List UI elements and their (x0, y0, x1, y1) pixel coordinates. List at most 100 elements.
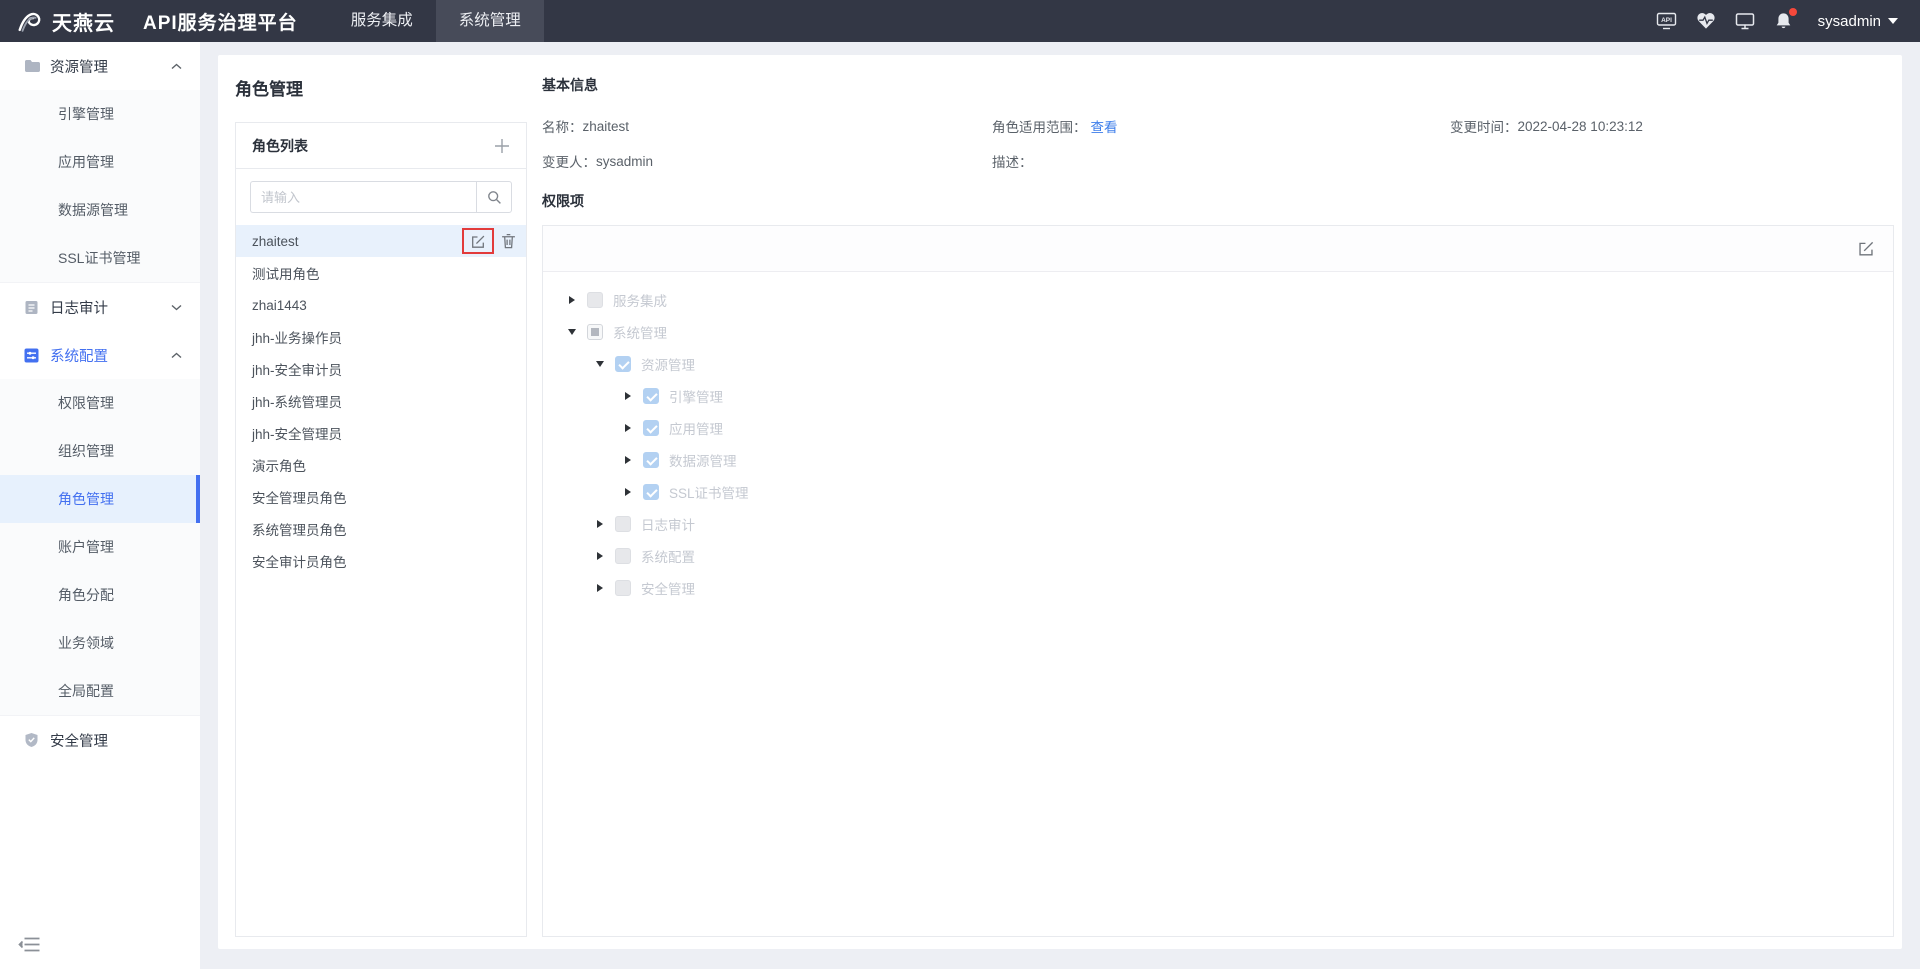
role-list-item[interactable]: 安全管理员角色 (236, 481, 526, 513)
checkbox-unchecked-icon (615, 580, 631, 596)
role-list-item[interactable]: jhh-安全审计员 (236, 353, 526, 385)
tree-node: 引擎管理 (557, 380, 1893, 412)
role-list-item[interactable]: 测试用角色 (236, 257, 526, 289)
logo-icon (16, 9, 44, 34)
delete-role-icon[interactable] (501, 233, 516, 249)
tree-node: 系统配置 (557, 540, 1893, 572)
modifier-value: sysadmin (596, 154, 653, 169)
page-title: 角色管理 (235, 75, 527, 100)
role-list-item[interactable]: 安全审计员角色 (236, 545, 526, 577)
expand-arrow-icon[interactable] (593, 584, 607, 592)
sidebar-item-datasource-management[interactable]: 数据源管理 (0, 186, 200, 234)
role-list-item[interactable]: 系统管理员角色 (236, 513, 526, 545)
screen-icon[interactable] (1734, 10, 1756, 32)
user-menu[interactable]: sysadmin (1818, 13, 1898, 30)
role-list-item[interactable]: zhai1443 (236, 289, 526, 321)
sidebar-item-role-assignment[interactable]: 角色分配 (0, 571, 200, 619)
modified-time-label: 变更时间： (1450, 116, 1518, 136)
expand-arrow-icon[interactable] (621, 424, 635, 432)
checkbox-unchecked-icon (615, 516, 631, 532)
api-monitor-icon[interactable]: API (1656, 10, 1678, 32)
role-list-item[interactable]: jhh-业务操作员 (236, 321, 526, 353)
name-value: zhaitest (583, 119, 630, 134)
expand-arrow-icon[interactable] (621, 392, 635, 400)
sidebar-item-app-management[interactable]: 应用管理 (0, 138, 200, 186)
brand: 天燕云 (0, 7, 129, 36)
role-list-column: 角色管理 角色列表 (235, 75, 527, 937)
basic-info-grid: 名称： zhaitest 角色适用范围： 查看 变更时间： 2022-04-28… (542, 116, 1894, 171)
search-button[interactable] (476, 181, 512, 213)
role-list-item[interactable]: 演示角色 (236, 449, 526, 481)
description-label: 描述： (992, 151, 1033, 171)
sidebar-item-business-domain[interactable]: 业务领域 (0, 619, 200, 667)
collapse-arrow-icon[interactable] (565, 329, 579, 335)
notification-bell-icon[interactable] (1773, 10, 1795, 32)
tree-node: SSL证书管理 (557, 476, 1893, 508)
edit-role-icon[interactable] (470, 234, 486, 250)
expand-arrow-icon[interactable] (593, 520, 607, 528)
chevron-down-icon (1888, 18, 1898, 29)
expand-arrow-icon[interactable] (565, 296, 579, 304)
tab-system-management[interactable]: 系统管理 (436, 0, 544, 42)
tree-node: 日志审计 (557, 508, 1893, 540)
role-search-input[interactable] (250, 181, 476, 213)
name-label: 名称： (542, 116, 583, 136)
audit-log-icon (24, 300, 40, 315)
edit-permissions-icon[interactable] (1857, 240, 1875, 258)
modified-time-value: 2022-04-28 10:23:12 (1518, 119, 1643, 134)
role-list-title: 角色列表 (252, 136, 308, 156)
sidebar-item-account-management[interactable]: 账户管理 (0, 523, 200, 571)
tree-node: 数据源管理 (557, 444, 1893, 476)
checkbox-unchecked-icon (615, 548, 631, 564)
annotation-highlight-box (462, 228, 494, 254)
menu-fold-icon[interactable] (18, 936, 200, 953)
sidebar: 资源管理 引擎管理 应用管理 数据源管理 SSL证书管理 日志审计 (0, 42, 200, 969)
sidebar-item-org-management[interactable]: 组织管理 (0, 427, 200, 475)
checkbox-unchecked-icon (587, 292, 603, 308)
health-pulse-icon[interactable] (1695, 10, 1717, 32)
sidebar-item-role-management[interactable]: 角色管理 (0, 475, 200, 523)
scope-label: 角色适用范围： (992, 116, 1087, 136)
system-config-icon (24, 348, 40, 363)
shield-icon (24, 732, 40, 748)
expand-arrow-icon[interactable] (593, 552, 607, 560)
sidebar-group-security-management[interactable]: 安全管理 (0, 716, 200, 764)
chevron-up-icon (171, 63, 182, 70)
role-list-item[interactable]: jhh-安全管理员 (236, 417, 526, 449)
role-list-item[interactable]: jhh-系统管理员 (236, 385, 526, 417)
top-tabs: 服务集成 系统管理 (328, 0, 544, 42)
collapse-arrow-icon[interactable] (593, 361, 607, 367)
permissions-title: 权限项 (542, 191, 1894, 211)
add-role-button[interactable] (494, 138, 510, 154)
brand-name: 天燕云 (52, 7, 115, 36)
tree-node: 资源管理 (557, 348, 1893, 380)
role-list-item-selected[interactable]: zhaitest (236, 225, 526, 257)
expand-arrow-icon[interactable] (621, 488, 635, 496)
sidebar-item-global-config[interactable]: 全局配置 (0, 667, 200, 715)
sidebar-group-resource-management[interactable]: 资源管理 (0, 42, 200, 90)
sidebar-item-engine-management[interactable]: 引擎管理 (0, 90, 200, 138)
sidebar-item-ssl-cert-management[interactable]: SSL证书管理 (0, 234, 200, 282)
tab-service-integration[interactable]: 服务集成 (328, 0, 436, 42)
chevron-up-icon (171, 352, 182, 359)
modifier-label: 变更人： (542, 151, 596, 171)
folder-icon (24, 59, 40, 73)
sidebar-group-log-audit[interactable]: 日志审计 (0, 283, 200, 331)
main-content: 角色管理 角色列表 (200, 42, 1920, 969)
chevron-down-icon (171, 304, 182, 311)
expand-arrow-icon[interactable] (621, 456, 635, 464)
checkbox-indeterminate-icon (587, 324, 603, 340)
sidebar-item-permission-management[interactable]: 权限管理 (0, 379, 200, 427)
notification-badge (1789, 8, 1797, 16)
svg-text:API: API (1661, 17, 1672, 24)
topbar-right: API sysadmin (1656, 10, 1920, 32)
role-detail-column: 基本信息 名称： zhaitest 角色适用范围： 查看 变更时间： 2022-… (542, 75, 1894, 937)
scope-view-link[interactable]: 查看 (1091, 116, 1118, 136)
top-navigation-bar: 天燕云 API服务治理平台 服务集成 系统管理 API (0, 0, 1920, 42)
checkbox-checked-icon (643, 420, 659, 436)
permission-tree: 服务集成 系统管理 资源管理 (543, 272, 1893, 604)
sidebar-group-system-config[interactable]: 系统配置 (0, 331, 200, 379)
tree-node: 系统管理 (557, 316, 1893, 348)
basic-info-title: 基本信息 (542, 75, 1894, 95)
permissions-panel: 服务集成 系统管理 资源管理 (542, 225, 1894, 937)
